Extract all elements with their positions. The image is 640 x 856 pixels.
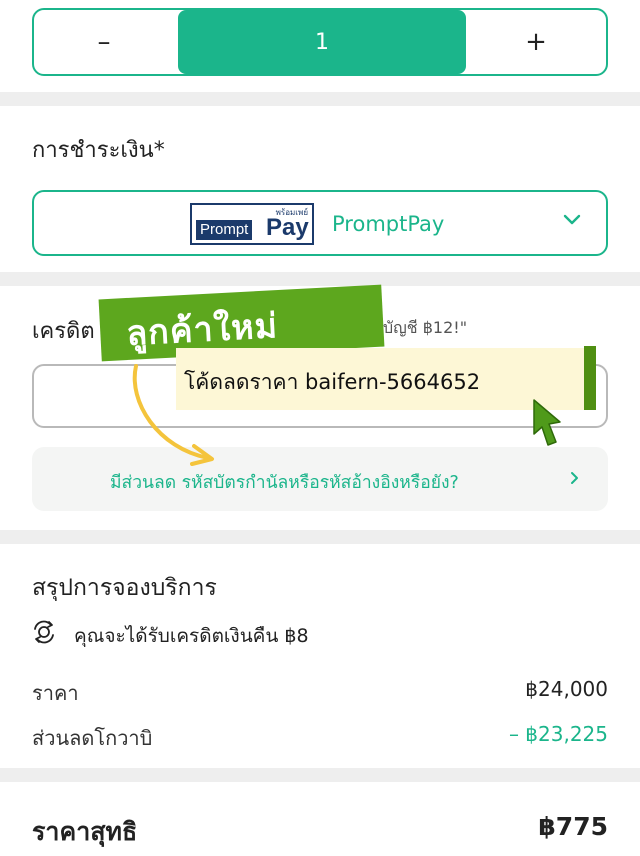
net-price-label: ราคาสุทธิ xyxy=(32,817,138,846)
discount-label: ส่วนลดโกวาบิ xyxy=(32,726,153,750)
payment-method-select[interactable]: พร้อมเพย์ Prompt Pay PromptPay xyxy=(32,190,608,256)
payment-method-name: PromptPay xyxy=(332,212,445,236)
chevron-right-icon xyxy=(571,472,578,484)
section-divider xyxy=(0,272,640,286)
quantity-value: 1 xyxy=(178,10,466,74)
promo-code-link[interactable]: มีส่วนลด รหัสบัตรกำนัลหรือรหัสอ้างอิงหรื… xyxy=(110,468,459,496)
section-divider xyxy=(0,530,640,544)
credit-note: บัญชี ฿12!" xyxy=(383,318,468,337)
promo-code-row[interactable]: มีส่วนลด รหัสบัตรกำนัลหรือรหัสอ้างอิงหรื… xyxy=(32,447,608,511)
payment-heading: การชำระเงิน* xyxy=(32,138,165,163)
decrease-button[interactable]: – xyxy=(34,10,174,74)
credit-label: เครดิต xyxy=(32,319,95,344)
price-label: ราคา xyxy=(32,681,79,705)
increase-button[interactable]: + xyxy=(466,10,606,74)
section-divider xyxy=(0,768,640,782)
quantity-stepper[interactable]: – 1 + xyxy=(32,8,608,76)
price-value: ฿24,000 xyxy=(525,677,608,701)
promptpay-logo: พร้อมเพย์ Prompt Pay xyxy=(190,203,314,245)
cursor-icon xyxy=(533,399,561,446)
curved-arrow-icon xyxy=(132,364,214,466)
discount-value: – ฿23,225 xyxy=(508,722,608,746)
cashback-text: คุณจะได้รับเครดิตเงินคืน ฿8 xyxy=(74,625,309,647)
booking-summary-title: สรุปการจองบริการ xyxy=(32,575,217,601)
net-price-value: ฿775 xyxy=(538,812,608,841)
section-divider xyxy=(0,92,640,106)
coin-refresh-icon xyxy=(34,620,54,644)
chevron-down-icon xyxy=(563,214,581,225)
